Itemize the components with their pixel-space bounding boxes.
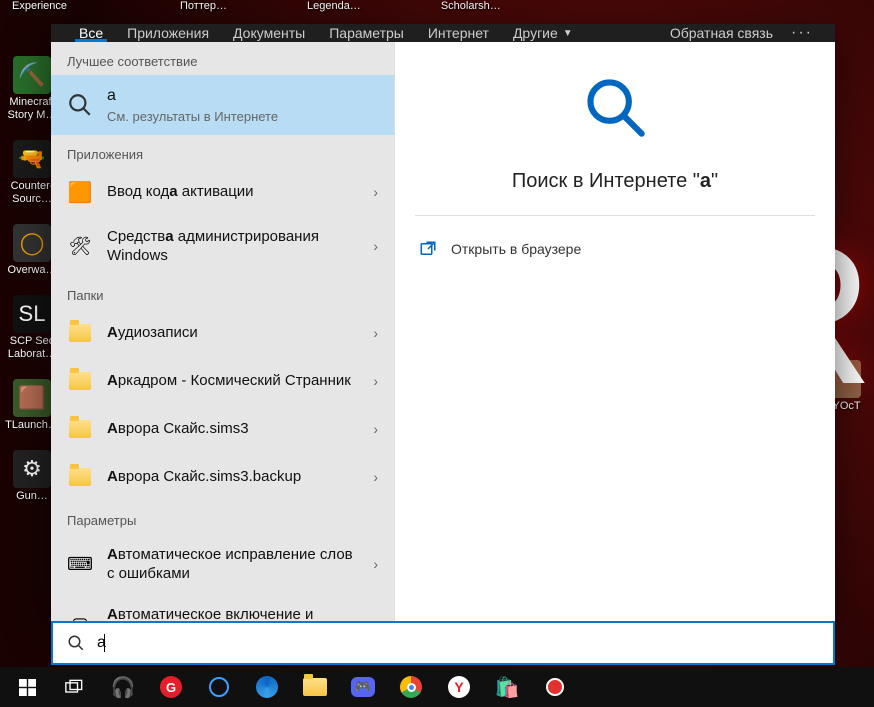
- task-view-button[interactable]: [52, 667, 98, 707]
- tab-documents[interactable]: Документы: [221, 24, 317, 42]
- chevron-right-icon: ›: [373, 184, 378, 200]
- tools-icon: 🛠: [67, 233, 93, 259]
- desktop-icon-label[interactable]: Scholarsh…: [441, 0, 501, 12]
- open-browser-icon: [419, 240, 437, 258]
- open-browser-label: Открыть в браузере: [451, 241, 581, 257]
- result-folder[interactable]: Аудиозаписи ›: [51, 309, 394, 357]
- result-title: Аудиозаписи: [107, 323, 359, 343]
- taskbar-app-audio[interactable]: 🎧: [100, 667, 146, 707]
- result-folder[interactable]: Аврора Скайс.sims3.backup ›: [51, 453, 394, 501]
- magnifier-large-icon: [580, 72, 650, 142]
- chevron-right-icon: ›: [373, 556, 378, 572]
- result-title: Аврора Скайс.sims3.backup: [107, 467, 359, 487]
- cube-icon: 🟧: [67, 179, 93, 205]
- more-options-button[interactable]: ···: [785, 24, 819, 42]
- desktop-icon-tlauncher[interactable]: 🟫 TLaunch…: [8, 379, 56, 432]
- result-best-match[interactable]: a См. результаты в Интернете: [51, 75, 394, 135]
- taskbar: 🎧 G 🎮 Y 🛍️: [0, 667, 874, 707]
- divider: [415, 215, 815, 216]
- result-folder[interactable]: Аврора Скайс.sims3 ›: [51, 405, 394, 453]
- result-title: a: [107, 86, 378, 107]
- desktop-icon-overwatch[interactable]: ◯ Overwa…: [8, 224, 56, 277]
- feedback-link[interactable]: Обратная связь: [658, 25, 785, 41]
- folder-icon: [67, 320, 93, 346]
- result-folder[interactable]: Аркадром - Космический Странник ›: [51, 357, 394, 405]
- result-title: Средства администрирования Windows: [107, 227, 359, 266]
- result-subtitle: См. результаты в Интернете: [107, 109, 378, 124]
- desktop-icon-gun[interactable]: ⚙ Gun…: [8, 450, 56, 503]
- tab-apps[interactable]: Приложения: [115, 24, 221, 42]
- preview-title: Поиск в Интернете "a": [512, 170, 718, 193]
- desktop-icon-scp[interactable]: SL SCP Sec Laborat…: [8, 295, 56, 361]
- chevron-down-icon: ▼: [563, 28, 573, 39]
- result-title: Аврора Скайс.sims3: [107, 419, 359, 439]
- open-in-browser-action[interactable]: Открыть в браузере: [415, 234, 815, 264]
- taskbar-app-record[interactable]: [532, 667, 578, 707]
- group-folders: Папки: [51, 276, 394, 309]
- result-title: Ввод кода активации: [107, 182, 359, 202]
- group-apps: Приложения: [51, 135, 394, 168]
- search-panel: Все Приложения Документы Параметры Интер…: [51, 24, 835, 619]
- result-setting[interactable]: ⌨ Автоматическое исправление слов с ошиб…: [51, 534, 394, 594]
- desktop-icon-counterstrike[interactable]: 🔫 Counter-Sourc…: [8, 140, 56, 206]
- result-app[interactable]: 🟧 Ввод кода активации ›: [51, 168, 394, 216]
- taskbar-app-yandex[interactable]: Y: [436, 667, 482, 707]
- search-icon: [67, 634, 85, 652]
- search-preview-pane: Поиск в Интернете "a" Открыть в браузере: [394, 42, 835, 654]
- taskbar-app-explorer[interactable]: [292, 667, 338, 707]
- taskbar-app-edge[interactable]: [244, 667, 290, 707]
- search-tabs: Все Приложения Документы Параметры Интер…: [67, 24, 585, 42]
- folder-icon: [67, 368, 93, 394]
- tab-internet[interactable]: Интернет: [416, 24, 501, 42]
- taskbar-app-cortana[interactable]: [196, 667, 242, 707]
- desktop-icon-label[interactable]: Experience: [12, 0, 67, 12]
- result-app[interactable]: 🛠 Средства администрирования Windows ›: [51, 216, 394, 276]
- desktop-icon-minecraft[interactable]: ⛏️ Minecraft Story M…: [8, 56, 56, 122]
- search-panel-header: Все Приложения Документы Параметры Интер…: [51, 24, 835, 42]
- folder-icon: [67, 416, 93, 442]
- magnifier-icon: [67, 92, 93, 118]
- chevron-right-icon: ›: [373, 421, 378, 437]
- desktop-top-row: Experience: [8, 0, 67, 12]
- tab-other[interactable]: Другие ▼: [501, 24, 585, 42]
- search-panel-body: Лучшее соответствие a См. результаты в И…: [51, 42, 835, 654]
- desktop-top-row-2: Поттер… Legenda… Scholarsh…: [180, 0, 501, 12]
- group-best-match: Лучшее соответствие: [51, 42, 394, 75]
- search-results-list: Лучшее соответствие a См. результаты в И…: [51, 42, 394, 654]
- desktop-icon-label[interactable]: Поттер…: [180, 0, 227, 12]
- tab-all[interactable]: Все: [67, 24, 115, 42]
- search-input-box[interactable]: a: [51, 621, 835, 665]
- chevron-right-icon: ›: [373, 373, 378, 389]
- chevron-right-icon: ›: [373, 238, 378, 254]
- tab-settings[interactable]: Параметры: [317, 24, 416, 42]
- chevron-right-icon: ›: [373, 325, 378, 341]
- keyboard-icon: ⌨: [67, 551, 93, 577]
- result-title: Аркадром - Космический Странник: [107, 371, 359, 391]
- taskbar-app-red[interactable]: G: [148, 667, 194, 707]
- search-input-wrapper[interactable]: a: [97, 634, 819, 652]
- chevron-right-icon: ›: [373, 469, 378, 485]
- taskbar-app-store[interactable]: 🛍️: [484, 667, 530, 707]
- desktop-icon-label[interactable]: Legenda…: [307, 0, 361, 12]
- taskbar-app-discord[interactable]: 🎮: [340, 667, 386, 707]
- start-button[interactable]: [4, 667, 50, 707]
- folder-icon: [67, 464, 93, 490]
- result-title: Автоматическое исправление слов с ошибка…: [107, 545, 359, 584]
- taskbar-app-chrome[interactable]: [388, 667, 434, 707]
- group-settings: Параметры: [51, 501, 394, 534]
- text-caret: [104, 634, 105, 652]
